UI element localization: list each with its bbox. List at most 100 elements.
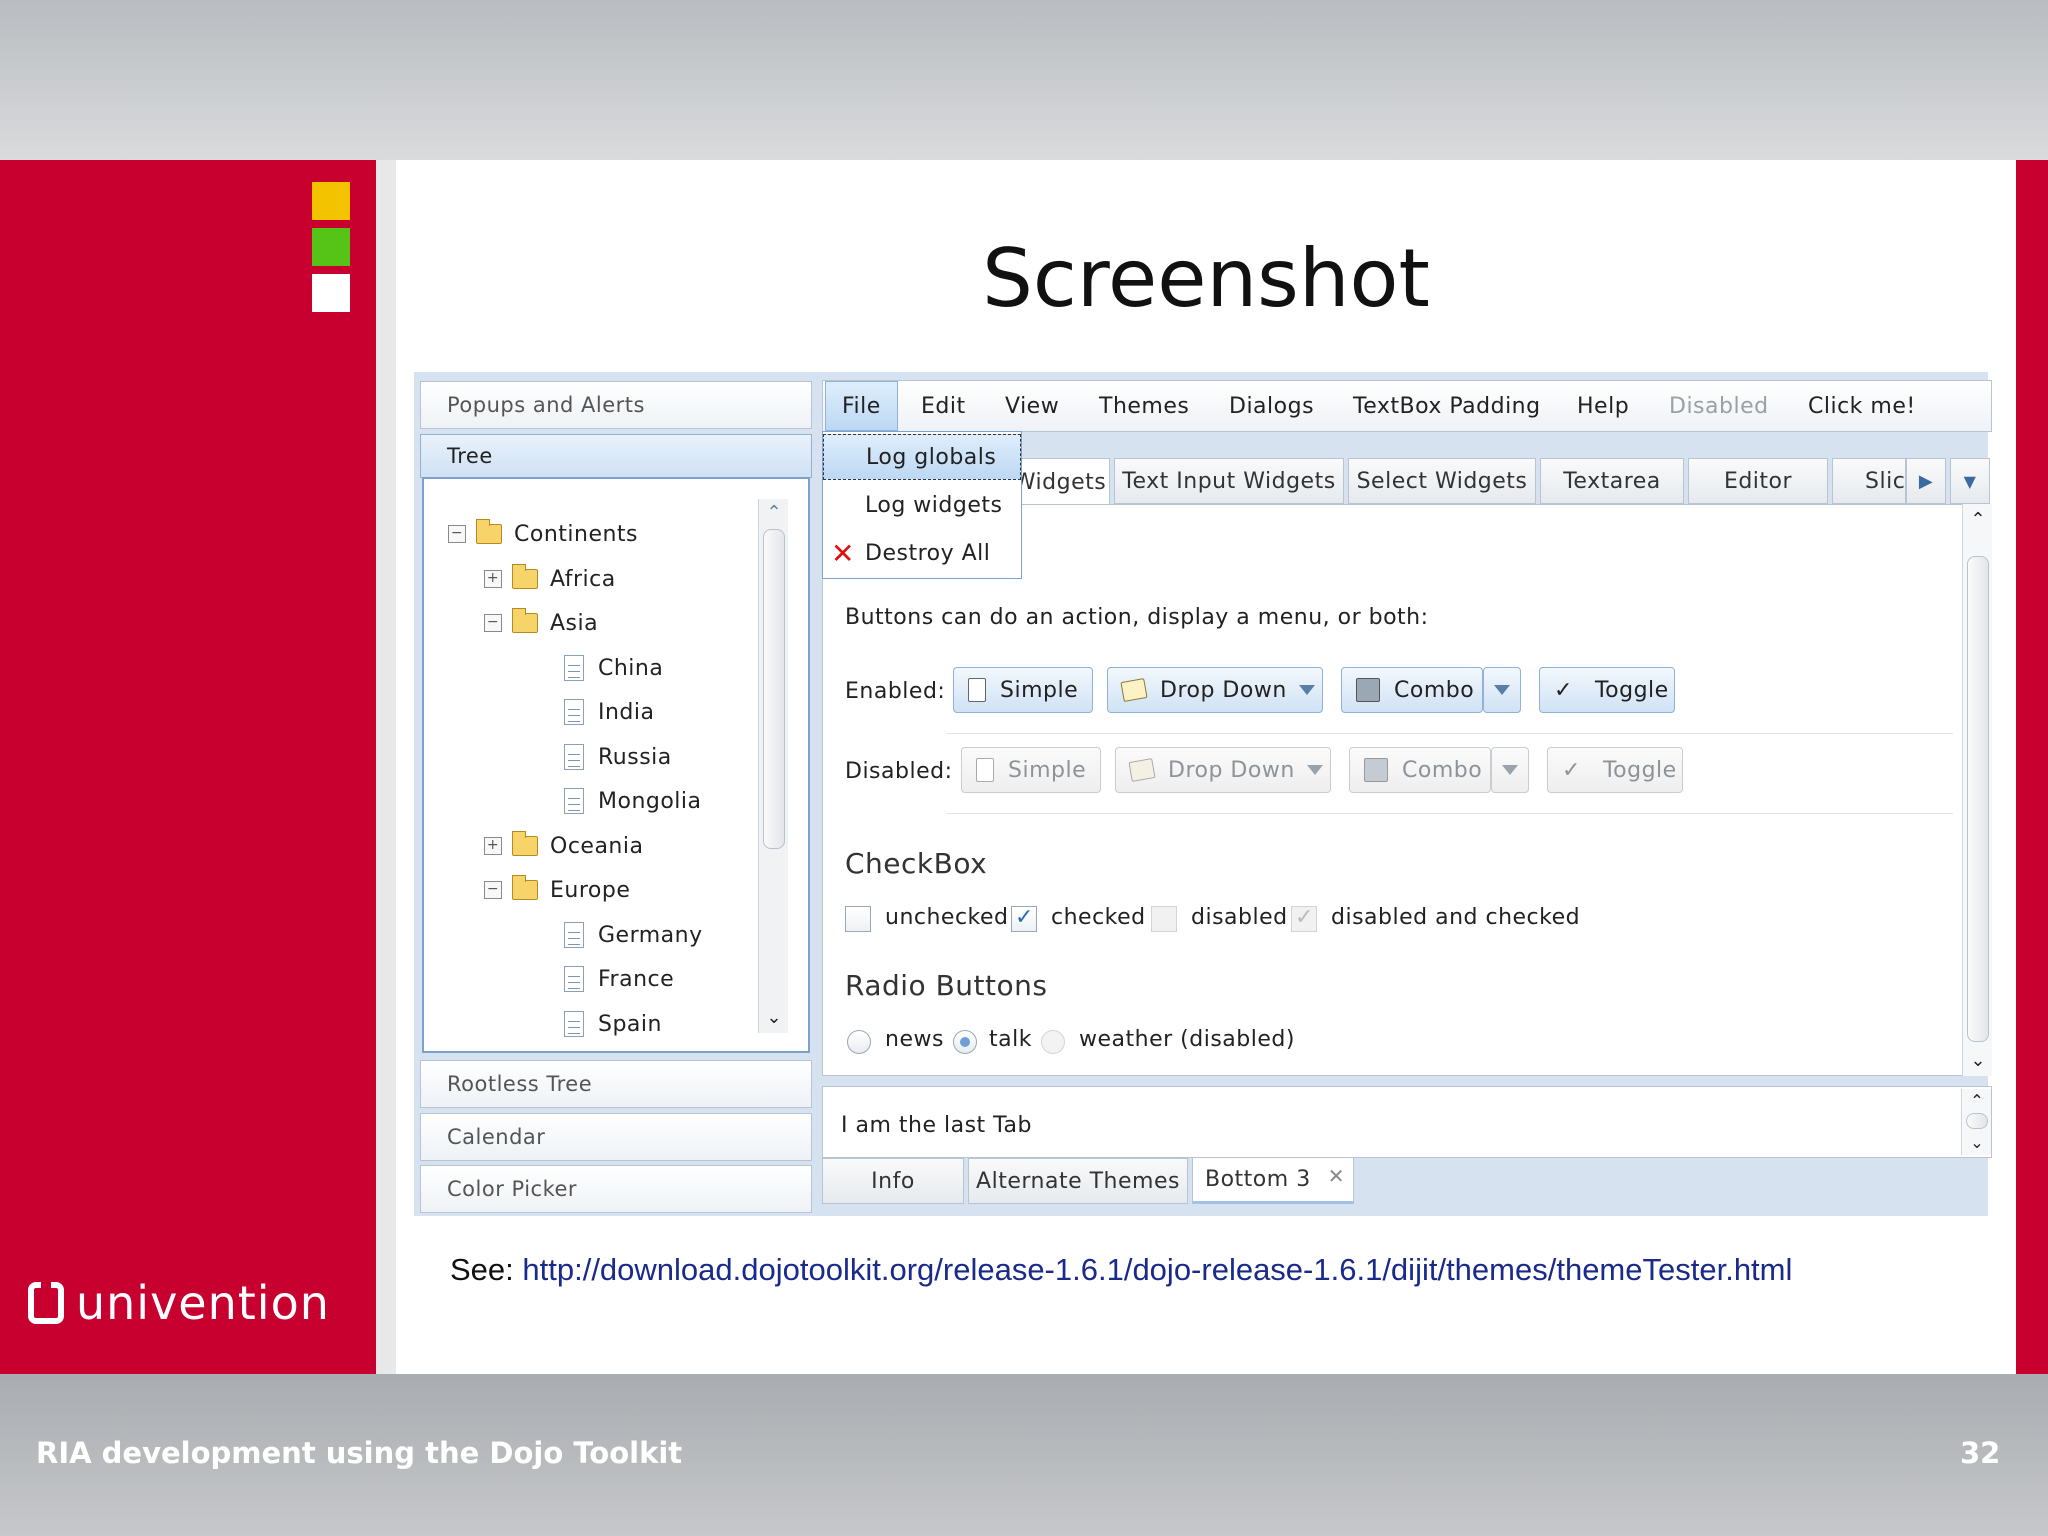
menu-view[interactable]: View [1005, 381, 1059, 431]
collapse-icon[interactable]: − [484, 881, 502, 899]
tab-scroll-right-icon[interactable]: ▶ [1906, 458, 1946, 504]
radio-label: weather (disabled) [1079, 1027, 1295, 1052]
tree-item[interactable]: Germany [598, 923, 703, 948]
tab-content-panel: Buttons can do an action, display a menu… [822, 504, 1964, 1076]
document-icon [564, 699, 584, 725]
accordion-pane-tree[interactable]: Tree [420, 434, 812, 478]
scroll-down-icon[interactable]: ⌄ [759, 1003, 789, 1031]
disabled-label: Disabled: [845, 759, 953, 784]
tab-select-widgets[interactable]: Select Widgets [1348, 458, 1536, 504]
radio-news[interactable] [847, 1030, 871, 1054]
menu-themes[interactable]: Themes [1099, 381, 1189, 431]
tab-widgets[interactable]: Widgets [1010, 458, 1110, 506]
chevron-down-icon [1298, 685, 1315, 695]
simple-button[interactable]: Simple [953, 667, 1093, 713]
tree-item[interactable]: Mongolia [598, 789, 702, 814]
document-icon [564, 966, 584, 992]
checkbox-heading: CheckBox [845, 847, 988, 880]
univention-logo: univention [28, 1276, 330, 1330]
buttons-intro: Buttons can do an action, display a menu… [845, 605, 1429, 630]
chevron-down-icon [1502, 765, 1518, 775]
slide-separator [376, 160, 396, 1374]
menu-click-me[interactable]: Click me! [1808, 381, 1916, 431]
slide-top-band [0, 0, 2048, 160]
scroll-down-icon[interactable]: ⌄ [1962, 1131, 1992, 1153]
accordion-pane-rootless-tree[interactable]: Rootless Tree [420, 1060, 812, 1108]
content-scrollbar[interactable]: ⌃ ⌄ [1962, 504, 1992, 1076]
tree-item[interactable]: France [598, 967, 674, 992]
tree-item[interactable]: Asia [550, 611, 598, 636]
bottom-tab-info[interactable]: Info [822, 1158, 964, 1204]
checkbox-disabled-checked [1291, 905, 1317, 932]
document-icon [564, 922, 584, 948]
tab-slider[interactable]: Slic [1832, 458, 1906, 504]
combo-button[interactable]: Combo [1341, 667, 1483, 713]
tree-scrollbar[interactable]: ⌃ ⌄ [758, 499, 788, 1033]
scroll-up-icon[interactable]: ⌃ [1962, 1089, 1992, 1111]
button-label: Drop Down [1160, 677, 1287, 703]
tree-item[interactable]: Continents [514, 522, 638, 547]
tree-item[interactable]: Russia [598, 745, 672, 770]
save-floppy-icon [1356, 678, 1380, 702]
bottom-tab-bottom-3[interactable]: Bottom 3 ✕ [1192, 1158, 1354, 1204]
tab-textarea[interactable]: Textarea [1540, 458, 1684, 504]
accordion-pane-color-picker[interactable]: Color Picker [420, 1165, 812, 1213]
tree-item[interactable]: Africa [550, 567, 616, 592]
tab-editor[interactable]: Editor [1688, 458, 1828, 504]
bottom-scrollbar[interactable]: ⌃ ⌄ [1961, 1089, 1991, 1155]
checkbox-checked[interactable] [1011, 905, 1037, 932]
expand-icon[interactable]: + [484, 837, 502, 855]
button-label: Combo [1402, 757, 1483, 783]
scrollbar-thumb[interactable] [1967, 556, 1989, 1042]
drop-down-button-disabled: Drop Down [1115, 747, 1331, 793]
tree-item[interactable]: Spain [598, 1012, 662, 1037]
chevron-down-icon [1306, 765, 1323, 775]
bottom-tab-alternate-themes[interactable]: Alternate Themes [968, 1158, 1188, 1204]
collapse-icon[interactable]: − [484, 614, 502, 632]
tree-item[interactable]: Oceania [550, 834, 643, 859]
scrollbar-thumb[interactable] [1966, 1113, 1988, 1129]
accordion-pane-calendar[interactable]: Calendar [420, 1113, 812, 1161]
scroll-up-icon[interactable]: ⌃ [759, 499, 789, 525]
folder-icon [512, 564, 538, 589]
theme-tester-link[interactable]: http://download.dojotoolkit.org/release-… [522, 1252, 1792, 1287]
menu-file[interactable]: File [825, 381, 898, 431]
expand-icon[interactable]: + [484, 570, 502, 588]
chevron-down-icon [1494, 685, 1510, 695]
scroll-down-icon[interactable]: ⌄ [1963, 1046, 1993, 1074]
tree-item[interactable]: India [598, 700, 655, 725]
drop-down-button[interactable]: Drop Down [1107, 667, 1323, 713]
radio-label: talk [989, 1027, 1032, 1052]
document-icon [564, 744, 584, 770]
toggle-button[interactable]: ✓ Toggle [1539, 667, 1675, 713]
folder-open-icon [512, 875, 538, 900]
tree-item[interactable]: Europe [550, 878, 630, 903]
accordion-pane-popups[interactable]: Popups and Alerts [420, 381, 812, 429]
tab-menu-chevron-down-icon[interactable]: ▼ [1950, 458, 1990, 504]
tree-item[interactable]: China [598, 656, 663, 681]
collapse-icon[interactable]: − [448, 525, 466, 543]
menu-edit[interactable]: Edit [921, 381, 966, 431]
radio-weather-disabled [1041, 1030, 1065, 1054]
enabled-label: Enabled: [845, 679, 946, 704]
menu-item-log-widgets[interactable]: Log widgets [823, 482, 1021, 528]
menu-item-destroy-all[interactable]: ✕ Destroy All [823, 530, 1021, 576]
menu-help[interactable]: Help [1577, 381, 1629, 431]
folder-icon [512, 831, 538, 856]
delete-x-icon: ✕ [831, 536, 855, 570]
folder-open-icon [476, 519, 502, 544]
bottom-tab-panel: I am the last Tab ⌃ ⌄ [822, 1086, 1992, 1158]
combo-dropdown-arrow[interactable] [1483, 667, 1521, 713]
checkmark-icon: ✓ [1554, 677, 1573, 703]
menu-dialogs[interactable]: Dialogs [1229, 381, 1314, 431]
menu-item-log-globals[interactable]: Log globals [823, 434, 1021, 480]
scrollbar-thumb[interactable] [763, 529, 785, 849]
close-icon[interactable]: ✕ [1328, 1164, 1345, 1188]
tab-text-input-widgets[interactable]: Text Input Widgets [1114, 458, 1344, 504]
document-icon [564, 1011, 584, 1037]
menu-textbox-padding[interactable]: TextBox Padding [1353, 381, 1541, 431]
scroll-up-icon[interactable]: ⌃ [1963, 506, 1993, 532]
checkbox-unchecked[interactable] [845, 906, 871, 932]
divider [947, 733, 1953, 734]
radio-talk[interactable] [953, 1030, 977, 1054]
